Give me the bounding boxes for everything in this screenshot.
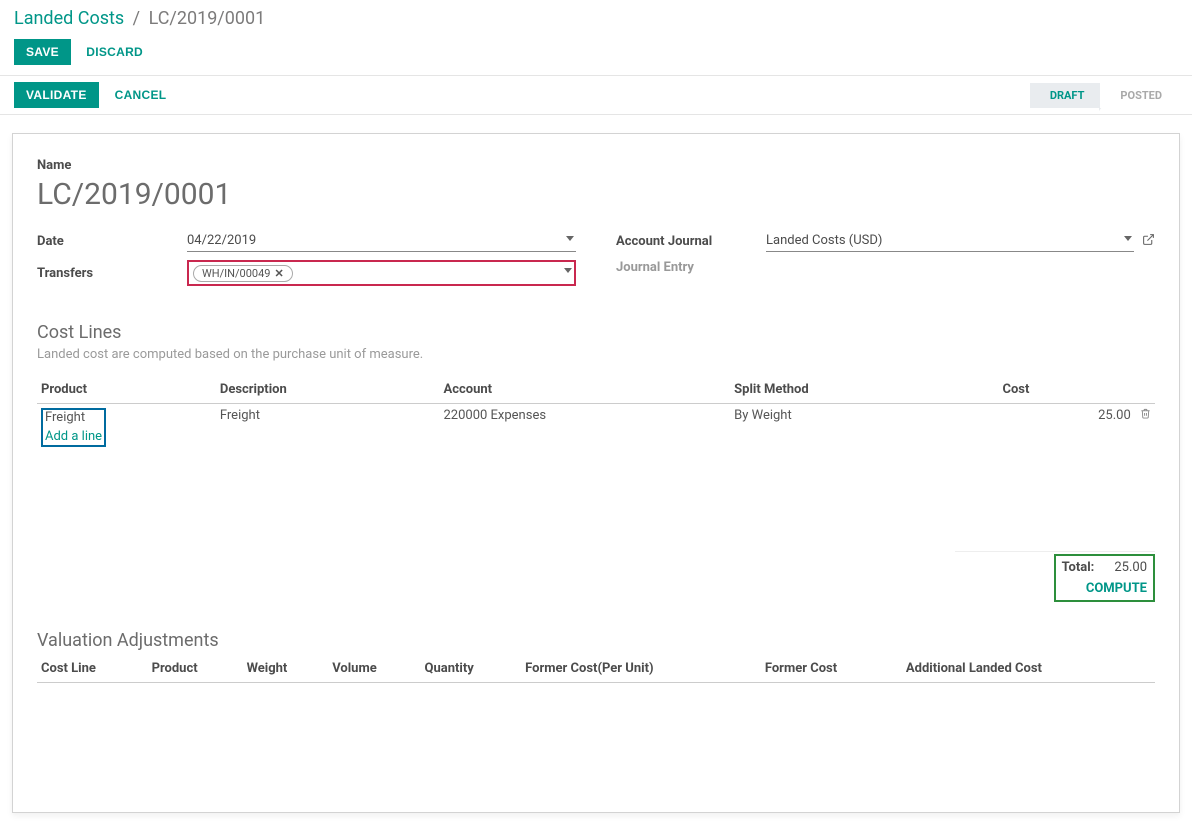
chevron-down-icon [1124,236,1132,241]
cell-split-method[interactable]: By Weight [730,404,998,452]
date-field[interactable]: 04/22/2019 [187,230,576,252]
table-row[interactable]: Freight Add a line Freight 220000 Expens… [37,404,1155,452]
date-label: Date [37,234,187,249]
breadcrumb: Landed Costs / LC/2019/0001 [0,0,1192,33]
status-draft[interactable]: DRAFT [1030,83,1101,108]
trash-icon[interactable] [1134,408,1151,423]
transfer-tag[interactable]: WH/IN/00049 ✕ [193,265,293,282]
cost-lines-table: Product Description Account Split Method… [37,376,1155,451]
compute-button[interactable]: COMPUTE [1062,581,1147,596]
cell-product[interactable]: Freight [45,410,85,425]
th-product[interactable]: Product [37,376,216,404]
cost-lines-note: Landed cost are computed based on the pu… [37,347,1155,362]
th-additional[interactable]: Additional Landed Cost [902,655,1155,683]
statusbar: VALIDATE CANCEL DRAFT POSTED [0,75,1192,115]
record-title: LC/2019/0001 [37,177,1155,212]
add-a-line[interactable]: Add a line [45,429,102,444]
transfers-label: Transfers [37,266,187,281]
th-weight[interactable]: Weight [243,655,329,683]
th-former-cost[interactable]: Former Cost [761,655,902,683]
close-icon[interactable]: ✕ [274,267,283,280]
th-costline[interactable]: Cost Line [37,655,148,683]
chevron-down-icon [566,236,574,241]
validate-button[interactable]: VALIDATE [14,82,99,108]
chevron-down-icon [564,268,572,273]
th-quantity[interactable]: Quantity [421,655,522,683]
save-button[interactable]: SAVE [14,39,71,65]
th-volume[interactable]: Volume [328,655,420,683]
external-link-icon[interactable] [1134,233,1155,250]
cancel-button[interactable]: CANCEL [103,82,179,108]
valuation-title: Valuation Adjustments [37,630,1155,651]
th-description[interactable]: Description [216,376,440,404]
account-journal-value: Landed Costs (USD) [766,233,882,248]
total-value: 25.00 [1114,560,1147,575]
transfers-field[interactable]: WH/IN/00049 ✕ [187,260,576,286]
product-highlight: Freight Add a line [41,408,106,447]
th-val-product[interactable]: Product [148,655,243,683]
form-sheet: Name LC/2019/0001 Date 04/22/2019 Transf… [12,133,1180,813]
th-cost[interactable]: Cost [998,376,1155,404]
cell-cost[interactable]: 25.00 [1098,408,1131,423]
status-pills: DRAFT POSTED [1030,83,1178,108]
breadcrumb-current: LC/2019/0001 [149,8,266,29]
breadcrumb-sep: / [133,8,140,29]
cell-account[interactable]: 220000 Expenses [439,404,730,452]
totals-box: Total: 25.00 COMPUTE [1054,554,1155,602]
discard-button[interactable]: DISCARD [74,39,155,65]
date-value: 04/22/2019 [187,233,256,248]
journal-entry-label: Journal Entry [616,260,766,275]
account-journal-label: Account Journal [616,234,766,249]
th-former-unit[interactable]: Former Cost(Per Unit) [521,655,761,683]
topbar: SAVE DISCARD [0,33,1192,75]
cell-description[interactable]: Freight [216,404,440,452]
breadcrumb-root[interactable]: Landed Costs [14,8,124,29]
cost-lines-title: Cost Lines [37,322,1155,343]
status-posted[interactable]: POSTED [1100,83,1178,108]
th-split-method[interactable]: Split Method [730,376,998,404]
transfer-tag-label: WH/IN/00049 [202,267,270,280]
valuation-table: Cost Line Product Weight Volume Quantity… [37,655,1155,683]
th-account[interactable]: Account [439,376,730,404]
total-label: Total: [1062,560,1095,575]
name-label: Name [37,158,1155,173]
account-journal-field[interactable]: Landed Costs (USD) [766,230,1134,252]
